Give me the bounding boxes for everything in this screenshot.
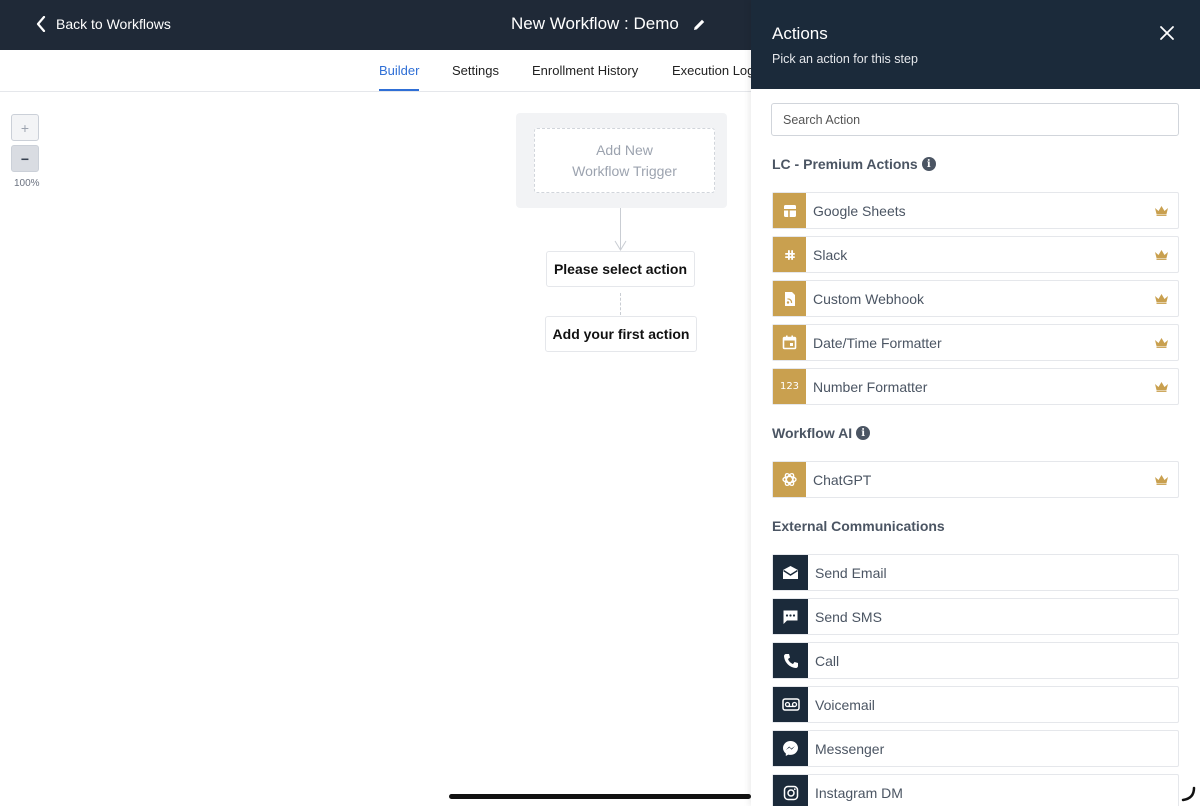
zoom-in-button[interactable]: + — [11, 114, 39, 141]
section-premium-actions: LC - Premium Actions i — [772, 156, 936, 172]
crown-icon — [1155, 206, 1168, 216]
action-label: Instagram DM — [815, 784, 903, 801]
resize-corner-icon — [1181, 786, 1196, 802]
tab-settings[interactable]: Settings — [452, 63, 499, 78]
webhook-icon — [773, 281, 806, 316]
action-date-time-formatter[interactable]: Date/Time Formatter — [772, 324, 1179, 361]
email-icon — [773, 555, 808, 590]
action-label: Send Email — [815, 564, 887, 581]
crown-icon — [1155, 294, 1168, 304]
panel-header: Actions Pick an action for this step — [751, 0, 1200, 89]
dashed-connector — [620, 293, 621, 315]
action-voicemail[interactable]: Voicemail — [772, 686, 1179, 723]
search-action-input[interactable] — [771, 103, 1179, 136]
action-send-sms[interactable]: Send SMS — [772, 598, 1179, 635]
action-label: Number Formatter — [813, 378, 928, 395]
phone-icon — [773, 643, 808, 678]
please-select-action-node[interactable]: Please select action — [546, 251, 695, 287]
action-messenger[interactable]: Messenger — [772, 730, 1179, 767]
edit-pencil-icon[interactable] — [693, 18, 706, 31]
section-external-communications: External Communications — [772, 518, 945, 534]
action-send-email[interactable]: Send Email — [772, 554, 1179, 591]
workflow-title-text: New Workflow : Demo — [511, 14, 679, 33]
number-icon: 123 — [773, 369, 806, 404]
tab-execution-log[interactable]: Execution Log — [672, 63, 754, 78]
crown-icon — [1155, 250, 1168, 260]
messenger-icon — [773, 731, 808, 766]
action-label: ChatGPT — [813, 471, 872, 488]
action-label: Google Sheets — [813, 202, 906, 219]
action-google-sheets[interactable]: Google Sheets — [772, 192, 1179, 229]
panel-subtitle: Pick an action for this step — [772, 52, 918, 66]
crown-icon — [1155, 338, 1168, 348]
back-label: Back to Workflows — [56, 16, 171, 32]
action-instagram-dm[interactable]: Instagram DM — [772, 774, 1179, 806]
action-chatgpt[interactable]: ChatGPT — [772, 461, 1179, 498]
trigger-container: Add New Workflow Trigger — [516, 113, 727, 208]
action-number-formatter[interactable]: 123 Number Formatter — [772, 368, 1179, 405]
action-custom-webhook[interactable]: Custom Webhook — [772, 280, 1179, 317]
trigger-line-2: Workflow Trigger — [572, 163, 677, 179]
info-icon[interactable]: i — [921, 157, 936, 171]
section-ai-label: Workflow AI — [772, 425, 853, 441]
action-label: Custom Webhook — [813, 290, 925, 307]
zoom-level: 100% — [14, 178, 40, 189]
section-workflow-ai: Workflow AI i — [772, 425, 871, 441]
chevron-left-icon — [36, 16, 46, 32]
chatgpt-icon — [773, 462, 806, 497]
action-label: Date/Time Formatter — [813, 334, 942, 351]
action-label: Messenger — [815, 740, 885, 757]
crown-icon — [1155, 475, 1168, 485]
tab-enrollment-history[interactable]: Enrollment History — [532, 63, 638, 78]
info-icon[interactable]: i — [856, 426, 871, 440]
calendar-icon — [773, 325, 806, 360]
crown-icon — [1155, 382, 1168, 392]
close-icon[interactable] — [1159, 25, 1175, 41]
back-to-workflows-button[interactable]: Back to Workflows — [36, 16, 171, 32]
section-premium-label: LC - Premium Actions — [772, 156, 918, 172]
action-label: Call — [815, 652, 840, 669]
action-label: Send SMS — [815, 608, 882, 625]
home-indicator — [449, 794, 751, 799]
actions-panel: Actions Pick an action for this step LC … — [751, 0, 1200, 806]
trigger-line-1: Add New — [596, 142, 653, 158]
zoom-out-button[interactable]: − — [11, 145, 39, 172]
add-first-action-node[interactable]: Add your first action — [545, 316, 697, 352]
add-workflow-trigger-button[interactable]: Add New Workflow Trigger — [534, 128, 715, 193]
sms-icon — [773, 599, 808, 634]
slack-icon — [773, 237, 806, 272]
action-call[interactable]: Call — [772, 642, 1179, 679]
action-label: Voicemail — [815, 696, 875, 713]
tab-builder[interactable]: Builder — [379, 63, 420, 91]
workflow-title: New Workflow : Demo — [511, 14, 706, 34]
voicemail-icon — [773, 687, 808, 722]
panel-title: Actions — [772, 24, 828, 43]
google-sheets-icon — [773, 193, 806, 228]
instagram-icon — [773, 775, 808, 806]
section-external-label: External Communications — [772, 518, 945, 534]
action-slack[interactable]: Slack — [772, 236, 1179, 273]
action-label: Slack — [813, 246, 848, 263]
